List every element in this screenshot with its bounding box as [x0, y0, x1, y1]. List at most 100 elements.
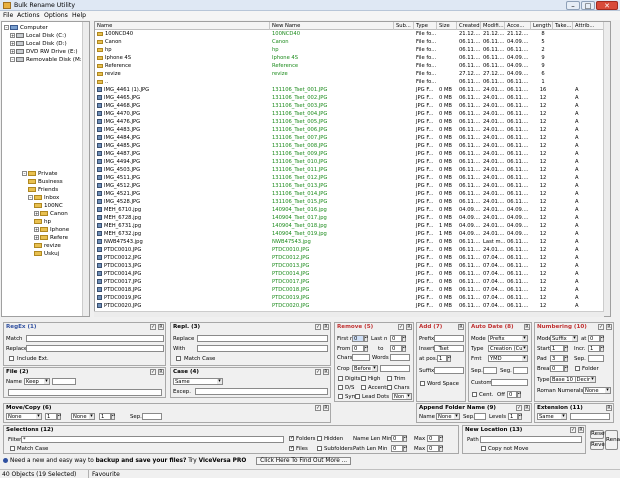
column-header[interactable]: Size [437, 22, 457, 30]
name-len-min-input[interactable]: 0 [391, 435, 403, 442]
tree-node[interactable]: Friends [28, 186, 58, 194]
numbering-at-spinner[interactable]: ▴▾ [600, 335, 604, 342]
levels-spinner[interactable]: ▴▾ [518, 413, 522, 420]
off-spinner[interactable]: ▴▾ [517, 391, 521, 398]
column-header[interactable]: Acce... [505, 22, 531, 30]
promo-link-button[interactable]: Click Here To Find Out More ... [256, 457, 352, 465]
name-len-max-input[interactable]: 0 [427, 435, 439, 442]
close-button[interactable]: ✕ [596, 1, 618, 10]
expand-toggle-icon[interactable]: + [34, 211, 39, 216]
regex-replace-input[interactable] [26, 345, 164, 352]
digits-checkbox[interactable] [338, 376, 343, 381]
table-row[interactable]: PTDC0018.JPG PTDC0018.JPG JPG F... 0 MB 06.1… [95, 286, 605, 294]
move-copy-b-select[interactable]: None [71, 413, 95, 420]
file-enable-check[interactable]: ✓ [150, 369, 156, 375]
tree-node[interactable]: 100NC [34, 202, 63, 210]
path-len-max-spinner[interactable]: ▴▾ [439, 445, 443, 452]
hidden-checkbox[interactable] [317, 436, 322, 441]
file-name-select[interactable]: Keep [24, 378, 50, 385]
extension-select[interactable]: Same [537, 413, 567, 420]
folder-tree[interactable]: – Computer + Local Disk (C:) + Local Disk (D:… [1, 21, 90, 317]
table-row[interactable]: PTDC0014.JPG PTDC0014.JPG JPG F... 0 MB 06.1… [95, 270, 605, 278]
incr-input[interactable]: 1 [588, 345, 600, 352]
to-spinner[interactable]: ▴▾ [402, 345, 406, 352]
tree-node[interactable]: + Iphone [34, 226, 69, 234]
table-row[interactable]: MEH_6710.jpg 140904_Tset_016.jpg JPG F... 0… [95, 206, 605, 214]
table-row[interactable]: PTDC0010.JPG PTDC0010.JPG JPG F... 0 MB 06.1… [95, 246, 605, 254]
column-header[interactable]: Modifi... [481, 22, 505, 30]
tree-node[interactable]: – Computer [4, 24, 48, 32]
column-header[interactable]: Sub... [394, 22, 414, 30]
table-row[interactable]: Reference Reference File fo... 06.11.... 06.… [95, 62, 605, 70]
menu-actions[interactable]: Actions [17, 12, 40, 19]
table-row[interactable]: IMG_4494.JPG 131106_Tset_010.JPG JPG F... 0… [95, 158, 605, 166]
extension-input[interactable] [570, 413, 610, 420]
expand-toggle-icon[interactable]: – [22, 171, 27, 176]
pad-input[interactable]: 3 [550, 355, 564, 362]
break-spinner[interactable]: ▴▾ [564, 365, 568, 372]
remove-enable-check[interactable]: ✓ [398, 324, 404, 330]
move-copy-enable-check[interactable]: ✓ [315, 405, 321, 411]
tree-node[interactable]: revize [34, 242, 61, 250]
tree-node[interactable]: hp [34, 218, 51, 226]
move-copy-b-spinner[interactable]: ▴▾ [111, 413, 115, 420]
numbering-reset-button[interactable]: R [606, 324, 612, 330]
table-row[interactable]: IMG_4461 (1).JPG 131106_Tset_001.JPG JPG F… [95, 86, 605, 94]
file-list-hscrollbar[interactable] [94, 311, 604, 317]
add-reset-button[interactable]: R [458, 324, 464, 330]
expand-toggle-icon[interactable]: + [10, 33, 15, 38]
words-input[interactable] [390, 354, 410, 361]
append-name-select[interactable]: None [436, 413, 460, 420]
minimize-button[interactable]: – [566, 1, 580, 10]
new-location-enable-check[interactable]: ✓ [570, 427, 576, 433]
table-row[interactable]: IMG_4468.JPG 131106_Tset_003.JPG JPG F... 0… [95, 102, 605, 110]
high-checkbox[interactable] [361, 376, 366, 381]
tree-node[interactable]: + DVD RW Drive (E:) [10, 48, 78, 56]
tree-node[interactable]: + Local Disk (C:) [10, 32, 66, 40]
table-row[interactable]: IMG_4465.JPG 131106_Tset_002.JPG JPG F... 0… [95, 94, 605, 102]
off-input[interactable]: 0 [507, 391, 517, 398]
numbering-type-select[interactable]: Base 10 (Decimal) [550, 376, 596, 383]
table-row[interactable]: PTDC0013.JPG PTDC0013.JPG JPG F... 0 MB 06.1… [95, 262, 605, 270]
from-input[interactable]: 0 [352, 345, 364, 352]
table-row[interactable]: IMG_4470.JPG 131106_Tset_004.JPG JPG F... 0… [95, 110, 605, 118]
column-header[interactable]: Attrib... [573, 22, 605, 30]
move-copy-sep-input[interactable] [142, 413, 162, 420]
name-len-max-spinner[interactable]: ▴▾ [439, 435, 443, 442]
levels-input[interactable]: 1 [508, 413, 518, 420]
trim-checkbox[interactable] [387, 376, 392, 381]
path-len-max-input[interactable]: 0 [427, 445, 439, 452]
case-enable-check[interactable]: ✓ [315, 369, 321, 375]
table-row[interactable]: 100NCD40 100NCD40 File fo... 21.12.... 21.12… [95, 30, 605, 38]
move-copy-b-input[interactable]: 1 [99, 413, 111, 420]
last-n-spinner[interactable]: ▴▾ [402, 335, 406, 342]
to-input[interactable]: 0 [390, 345, 402, 352]
tree-scrollbar[interactable] [82, 22, 89, 316]
subfolders-checkbox[interactable] [317, 446, 322, 451]
suffix-input[interactable] [434, 367, 464, 374]
remove-reset-button[interactable]: R [406, 324, 412, 330]
regex-match-input[interactable] [26, 335, 164, 342]
regex-reset-button[interactable]: R [158, 324, 164, 330]
start-spinner[interactable]: ▴▾ [564, 345, 568, 352]
first-n-spinner[interactable]: ▴▾ [364, 335, 368, 342]
table-row[interactable]: MEH_6731.jpg 140904_Tset_018.jpg JPG F... 1… [95, 222, 605, 230]
append-sep-input[interactable] [474, 413, 486, 420]
table-row[interactable]: MEH_6732.jpg 140904_Tset_019.jpg JPG F... 1… [95, 230, 605, 238]
path-input[interactable] [480, 436, 582, 443]
excep-input[interactable] [195, 388, 328, 395]
word-space-checkbox[interactable] [420, 381, 425, 386]
table-row[interactable]: IMG_4476.JPG 131106_Tset_005.JPG JPG F... 0… [95, 118, 605, 126]
file-list-vscrollbar[interactable] [603, 22, 610, 316]
tree-node[interactable]: – Private [22, 170, 58, 178]
replace-match-case-checkbox[interactable] [176, 356, 181, 361]
replace-input[interactable] [197, 335, 328, 342]
table-row[interactable]: IMG_4503.JPG 131106_Tset_011.JPG JPG F... 0… [95, 166, 605, 174]
break-input[interactable]: 0 [550, 365, 564, 372]
table-row[interactable]: Canon Canon File fo... 06.11.... 06.11.... 04… [95, 38, 605, 46]
folders-checkbox[interactable] [289, 435, 294, 442]
file-name-input[interactable] [52, 378, 76, 385]
chars-checkbox[interactable] [387, 385, 392, 390]
chars-input[interactable] [352, 354, 370, 361]
column-header[interactable]: Length [531, 22, 553, 30]
